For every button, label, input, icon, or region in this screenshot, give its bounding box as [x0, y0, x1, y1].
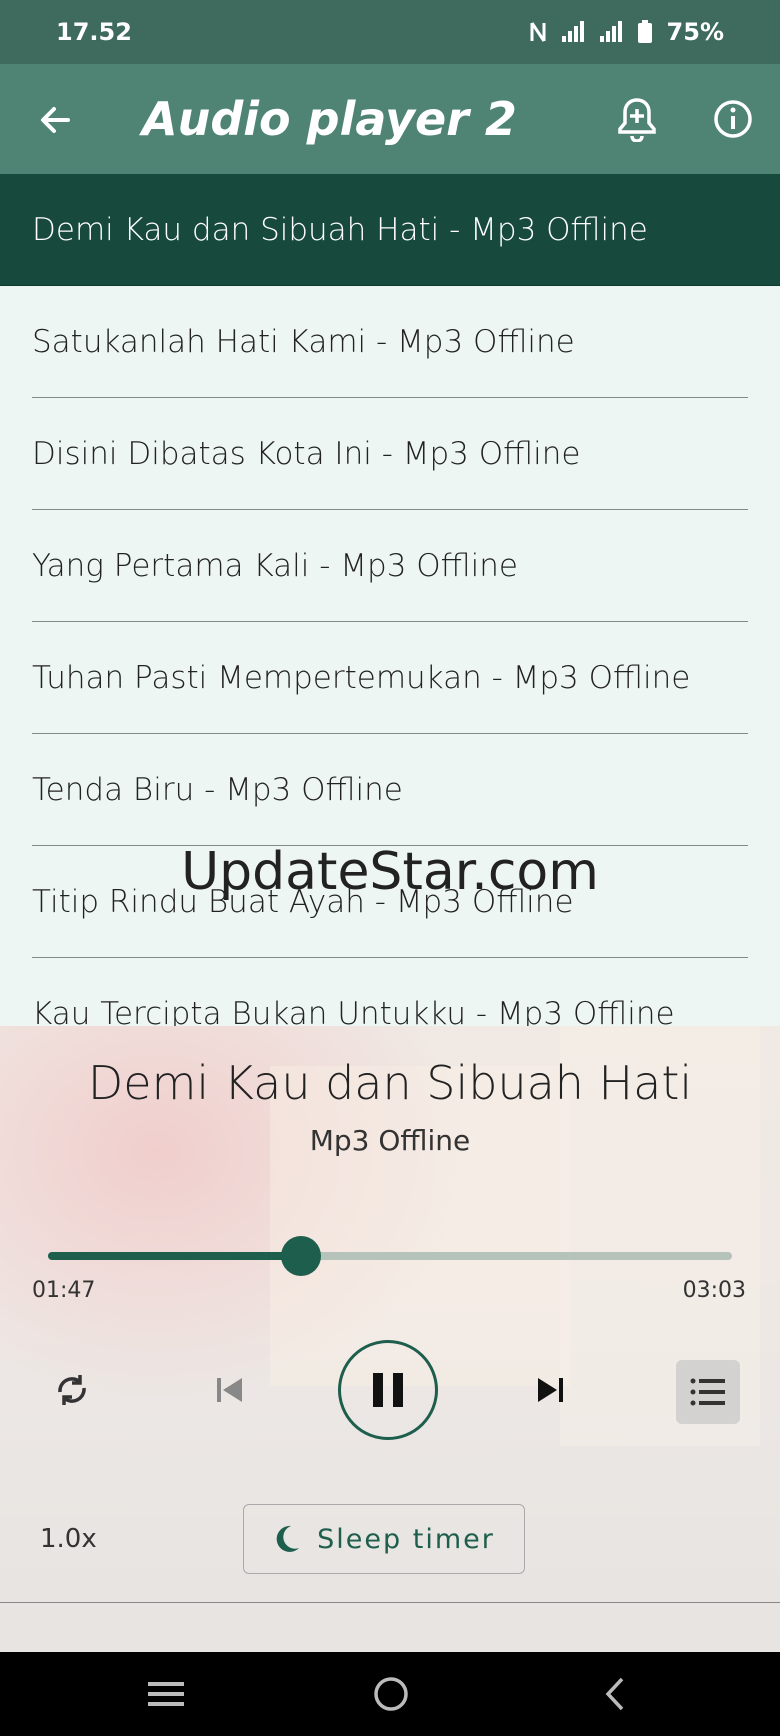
pause-icon — [373, 1373, 403, 1407]
pause-button[interactable] — [338, 1340, 438, 1440]
seek-thumb[interactable] — [281, 1236, 322, 1276]
track-label: Tuhan Pasti Mempertemukan - Mp3 Offline — [32, 659, 691, 696]
home-circle-icon — [374, 1677, 408, 1711]
next-button[interactable] — [526, 1366, 574, 1414]
list-item[interactable]: Demi Kau dan Sibuah Hati - Mp3 Offline — [0, 174, 780, 286]
seek-bar[interactable] — [48, 1236, 732, 1276]
track-label: Tenda Biru - Mp3 Offline — [32, 771, 403, 808]
back-button[interactable] — [592, 1672, 636, 1716]
notification-add-icon[interactable] — [616, 96, 658, 143]
battery-level: 75% — [666, 18, 724, 46]
home-button[interactable] — [369, 1672, 413, 1716]
sleep-timer-label: Sleep timer — [317, 1523, 495, 1555]
playlist-button[interactable] — [676, 1360, 740, 1424]
app-bar: Audio player 2 — [0, 64, 780, 174]
track-label: Yang Pertama Kali - Mp3 Offline — [32, 547, 518, 584]
track-label: Satukanlah Hati Kami - Mp3 Offline — [32, 323, 575, 360]
list-item[interactable]: Tenda Biru - Mp3 Offline — [32, 734, 748, 846]
seek-progress — [48, 1252, 302, 1260]
list-item[interactable]: Disini Dibatas Kota Ini - Mp3 Offline — [32, 398, 748, 510]
now-playing-subtitle: Mp3 Offline — [309, 1124, 471, 1157]
now-playing-title: Demi Kau dan Sibuah Hati — [87, 1056, 693, 1110]
track-label: Disini Dibatas Kota Ini - Mp3 Offline — [32, 435, 581, 472]
current-time: 01:47 — [32, 1278, 96, 1303]
skip-next-icon — [538, 1378, 563, 1402]
list-icon — [690, 1378, 725, 1406]
page-title: Audio player 2 — [142, 92, 517, 146]
back-arrow-icon[interactable] — [36, 100, 76, 140]
list-item[interactable]: Yang Pertama Kali - Mp3 Offline — [32, 510, 748, 622]
status-time: 17.52 — [56, 18, 132, 46]
signal-icon — [599, 21, 623, 43]
battery-icon — [637, 20, 653, 44]
menu-icon — [148, 1682, 184, 1706]
track-label: Demi Kau dan Sibuah Hati - Mp3 Offline — [32, 211, 648, 248]
system-nav-bar — [0, 1652, 780, 1736]
status-bar: 17.52 75% — [0, 0, 780, 64]
list-item[interactable]: Kau Tercipta Bukan Untukku - Mp3 Offline — [32, 958, 748, 1027]
total-time: 03:03 — [682, 1278, 746, 1303]
list-item[interactable]: Tuhan Pasti Mempertemukan - Mp3 Offline — [32, 622, 748, 734]
back-chevron-icon — [605, 1677, 624, 1711]
track-label: Kau Tercipta Bukan Untukku - Mp3 Offline — [32, 995, 675, 1027]
player-panel: Demi Kau dan Sibuah Hati Mp3 Offline 01:… — [0, 1026, 780, 1652]
skip-previous-icon — [217, 1378, 242, 1402]
moon-icon — [276, 1525, 300, 1552]
recent-apps-button[interactable] — [144, 1672, 188, 1716]
playback-speed[interactable]: 1.0x — [40, 1524, 97, 1554]
info-icon[interactable] — [712, 98, 754, 140]
repeat-icon — [58, 1375, 86, 1405]
divider — [0, 1602, 780, 1603]
previous-button[interactable] — [206, 1366, 254, 1414]
repeat-button[interactable] — [48, 1366, 96, 1414]
status-icons: 75% — [529, 18, 724, 46]
nfc-icon — [529, 21, 547, 43]
list-item[interactable]: Satukanlah Hati Kami - Mp3 Offline — [32, 286, 748, 398]
watermark: UpdateStar.com — [181, 842, 599, 902]
signal-icon — [561, 21, 585, 43]
sleep-timer-button[interactable]: Sleep timer — [243, 1504, 525, 1574]
